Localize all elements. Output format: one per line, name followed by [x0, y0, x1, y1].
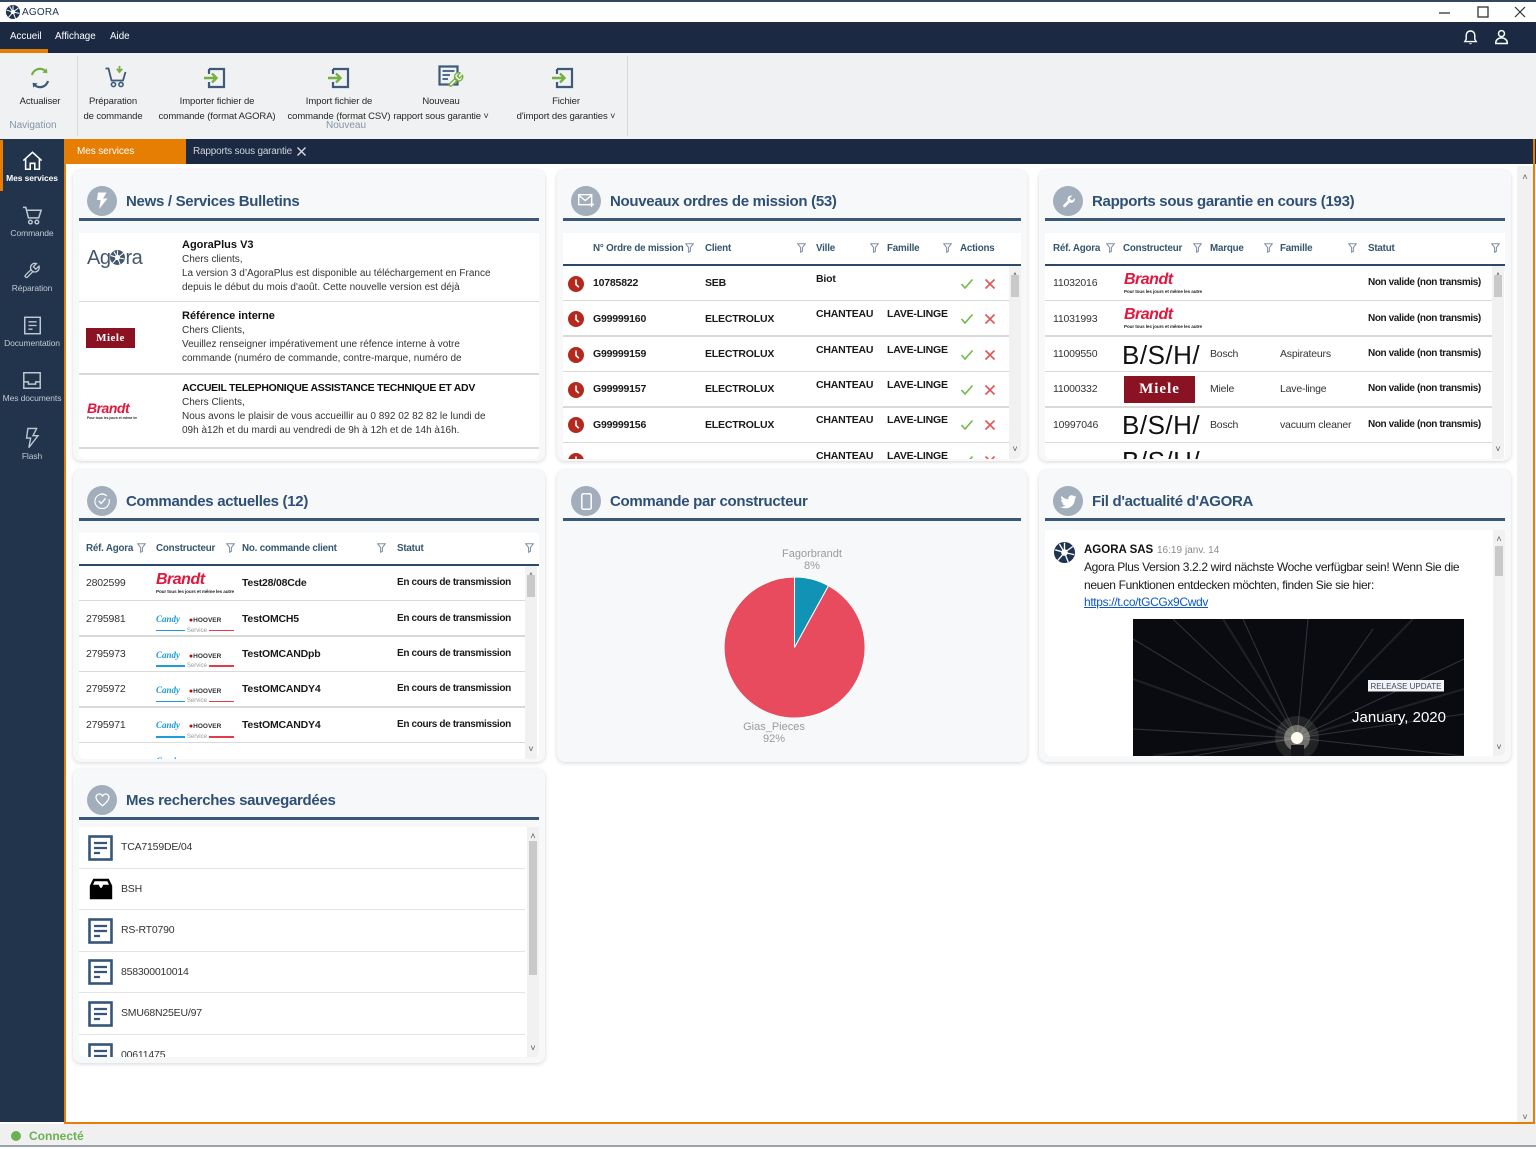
svg-text:RELEASE UPDATE: RELEASE UPDATE — [1371, 682, 1442, 691]
svg-text:January, 2020: January, 2020 — [1352, 709, 1446, 726]
